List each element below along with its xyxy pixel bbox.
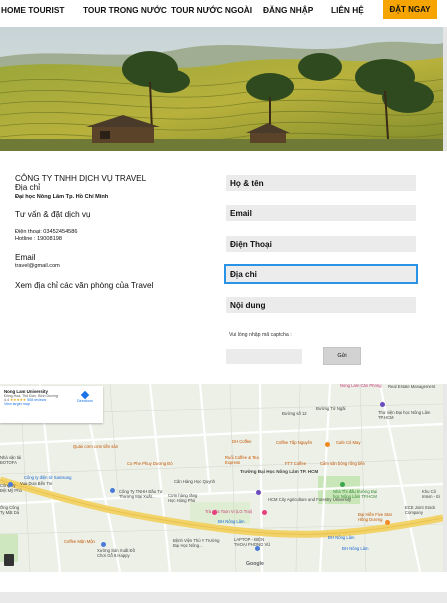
hotel-pin-icon[interactable] [385, 520, 390, 525]
directions-icon [80, 390, 90, 400]
map-label-dai-hien[interactable]: Đại Hiền Five Star Hồng Dương [358, 512, 396, 522]
address-text: Đại học Nông Lâm Tp. Hồ Chí Minh [15, 194, 109, 200]
map-info-card: Nong Lam University Đông Hoà, Thủ Đức, B… [0, 386, 103, 423]
nav-foreign-tours[interactable]: TOUR NƯỚC NGOÀI [171, 5, 252, 15]
map-scrollbar[interactable] [443, 384, 447, 572]
map-label-laptop[interactable]: LAPTOP - ĐIỆN THOẠI PHONG VŨ [234, 537, 274, 547]
map-label-university[interactable]: Trường Đại Học Nông Lâm TP. HCM [240, 469, 318, 475]
cafe-pin-icon[interactable] [325, 442, 330, 447]
map-label-com-hang-rang[interactable]: Cơm hàng răng Học Hùng Phú [168, 493, 203, 503]
captcha-input[interactable] [226, 349, 302, 364]
phone-text: Điện thoại: 03452454586 [15, 229, 78, 235]
map-label-xuong-san-xuat[interactable]: Xưởng Sản Xuất Đồ Chơi Gỗ 8.Happy [97, 548, 141, 558]
map-label-nong-lam-can-phong[interactable]: Nong Lâm Căn Phòng [340, 384, 381, 389]
samsung-pin-icon[interactable] [8, 482, 13, 487]
toy-factory-pin-icon[interactable] [101, 542, 106, 547]
nav-login[interactable]: ĐĂNG NHẬP [263, 5, 313, 15]
map-label-duong-tu-ngai: Đường Tử Ngãi [316, 406, 346, 411]
company-pin-icon[interactable] [110, 488, 115, 493]
email-text: travel@gmail.com [15, 263, 60, 269]
map-label-mat-da[interactable]: Ông Công Ty Mặt Dá [0, 505, 20, 515]
address-label: Địa chỉ [15, 183, 41, 192]
map-label-duong-so-12: Đường số 12 [282, 411, 307, 416]
university-pin-icon[interactable] [256, 490, 261, 495]
email-field[interactable]: Email [226, 205, 416, 221]
book-now-button[interactable]: ĐẶT NGAY [383, 0, 437, 19]
map-label-can-hang[interactable]: Căn Hàng Học Quynh [174, 479, 215, 485]
map-label-basketball[interactable]: Cẩm sản bóng rổng bền [320, 461, 365, 467]
google-logo: Google [246, 561, 264, 567]
footer [0, 592, 447, 603]
map-label-khu-co[interactable]: Khu Cô Intem - Ei [422, 489, 443, 499]
map-label-real-estate[interactable]: Real Estate Management [388, 384, 435, 390]
nav-domestic-tours[interactable]: TOUR TRONG NƯỚC [83, 5, 167, 15]
gymnasium-pin-icon[interactable] [340, 482, 345, 487]
map-label-cong-ty-tnhh[interactable]: Công Ty TNHH Đầu Tư Thương Mại Xuất... [119, 489, 167, 499]
name-field[interactable]: Họ & tên [226, 175, 416, 191]
map-label-dh-coffee[interactable]: DH Coffee [232, 439, 251, 445]
hotline-text: Hotline : 19008198 [15, 236, 62, 242]
nav-contact[interactable]: LIÊN HỆ [331, 5, 364, 15]
map-label-library[interactable]: Thư viện Đại học Nông Lâm TP.HCM [378, 410, 438, 420]
submit-button[interactable]: Gửi [323, 347, 361, 365]
phone-field[interactable]: Điện Thoại [226, 236, 416, 252]
map-label-dh-nong-lam-3[interactable]: ĐH Nông Lâm [342, 546, 369, 552]
nav-home-tourist[interactable]: HOME TOURIST [1, 5, 64, 15]
offices-link[interactable]: Xem địa chỉ các văn phòng của Travel [15, 281, 205, 291]
map-label-coffee-tap-nguyen[interactable]: Coffee Tấp Nguyên [276, 440, 312, 446]
map-label-ftt-coffee[interactable]: FTT Coffee [285, 461, 306, 467]
street-view-icon[interactable] [4, 554, 14, 566]
laptop-pin-icon[interactable] [255, 546, 260, 551]
map-label-benh-vien[interactable]: Bệnh Viện Thú Y Trường Đại Học Nông... [173, 538, 221, 548]
map-label-dh-nong-lam-1[interactable]: ĐH Nông Lâm [218, 519, 245, 525]
tea-pin-2-icon[interactable] [212, 510, 217, 515]
map-label-coffee-man-mon[interactable]: Coffee Mặn Mộn [64, 539, 95, 545]
tea-pin-icon[interactable] [262, 510, 267, 515]
map-label-ruoi-coffee[interactable]: Ruổi Coffee & Tea Express [225, 455, 265, 465]
map-label-ece[interactable]: ECE Joint Stock Company [405, 505, 443, 515]
map-label-vua-dua[interactable]: Vua Dưa Bến Tre [20, 481, 52, 487]
map-label-co-phe-phuy[interactable]: Co Phe Phuy Dương Đỏ [127, 461, 173, 467]
map-label-samsung[interactable]: Công ty điện tử Samsung [24, 475, 72, 481]
consult-heading: Tư vấn & đặt dịch vụ [15, 210, 91, 219]
embedded-map[interactable]: Nong Lam University Đông Hoà, Thủ Đức, B… [0, 384, 443, 572]
hero-scrollbar[interactable] [443, 27, 447, 151]
directions-button[interactable]: Directions [77, 390, 93, 403]
address-field[interactable]: Địa chỉ [224, 264, 418, 284]
map-reviews-link[interactable]: 508 reviews [27, 398, 46, 402]
contact-info: CÔNG TY TNHH DỊCH VỤ TRAVEL Địa chỉ Đại … [15, 174, 205, 291]
map-label-dh-nong-lam-2[interactable]: ĐH Nông Lâm [328, 535, 355, 541]
map-label-gymnasium[interactable]: Nhà Thi đấu trường Đại học Nông Lâm TP.H… [333, 489, 378, 499]
captcha-label: Vui lòng nhập mã captcha : [229, 332, 292, 338]
map-label-quan-com[interactable]: Quán cơm cơm tiền sản [73, 444, 118, 450]
email-label: Email [15, 253, 36, 262]
map-label-botofa[interactable]: Nhà vận tải BOTOFA [0, 455, 26, 465]
top-nav: HOME TOURIST TOUR TRONG NƯỚC TOUR NƯỚC N… [0, 0, 447, 20]
message-field[interactable]: Nội dung [226, 297, 416, 313]
company-name: CÔNG TY TNHH DỊCH VỤ TRAVEL [15, 174, 147, 183]
map-label-cafe-co-may[interactable]: Cafe Cỏ May [336, 440, 360, 446]
hero-image [0, 27, 443, 151]
library-pin-icon[interactable] [380, 402, 385, 407]
